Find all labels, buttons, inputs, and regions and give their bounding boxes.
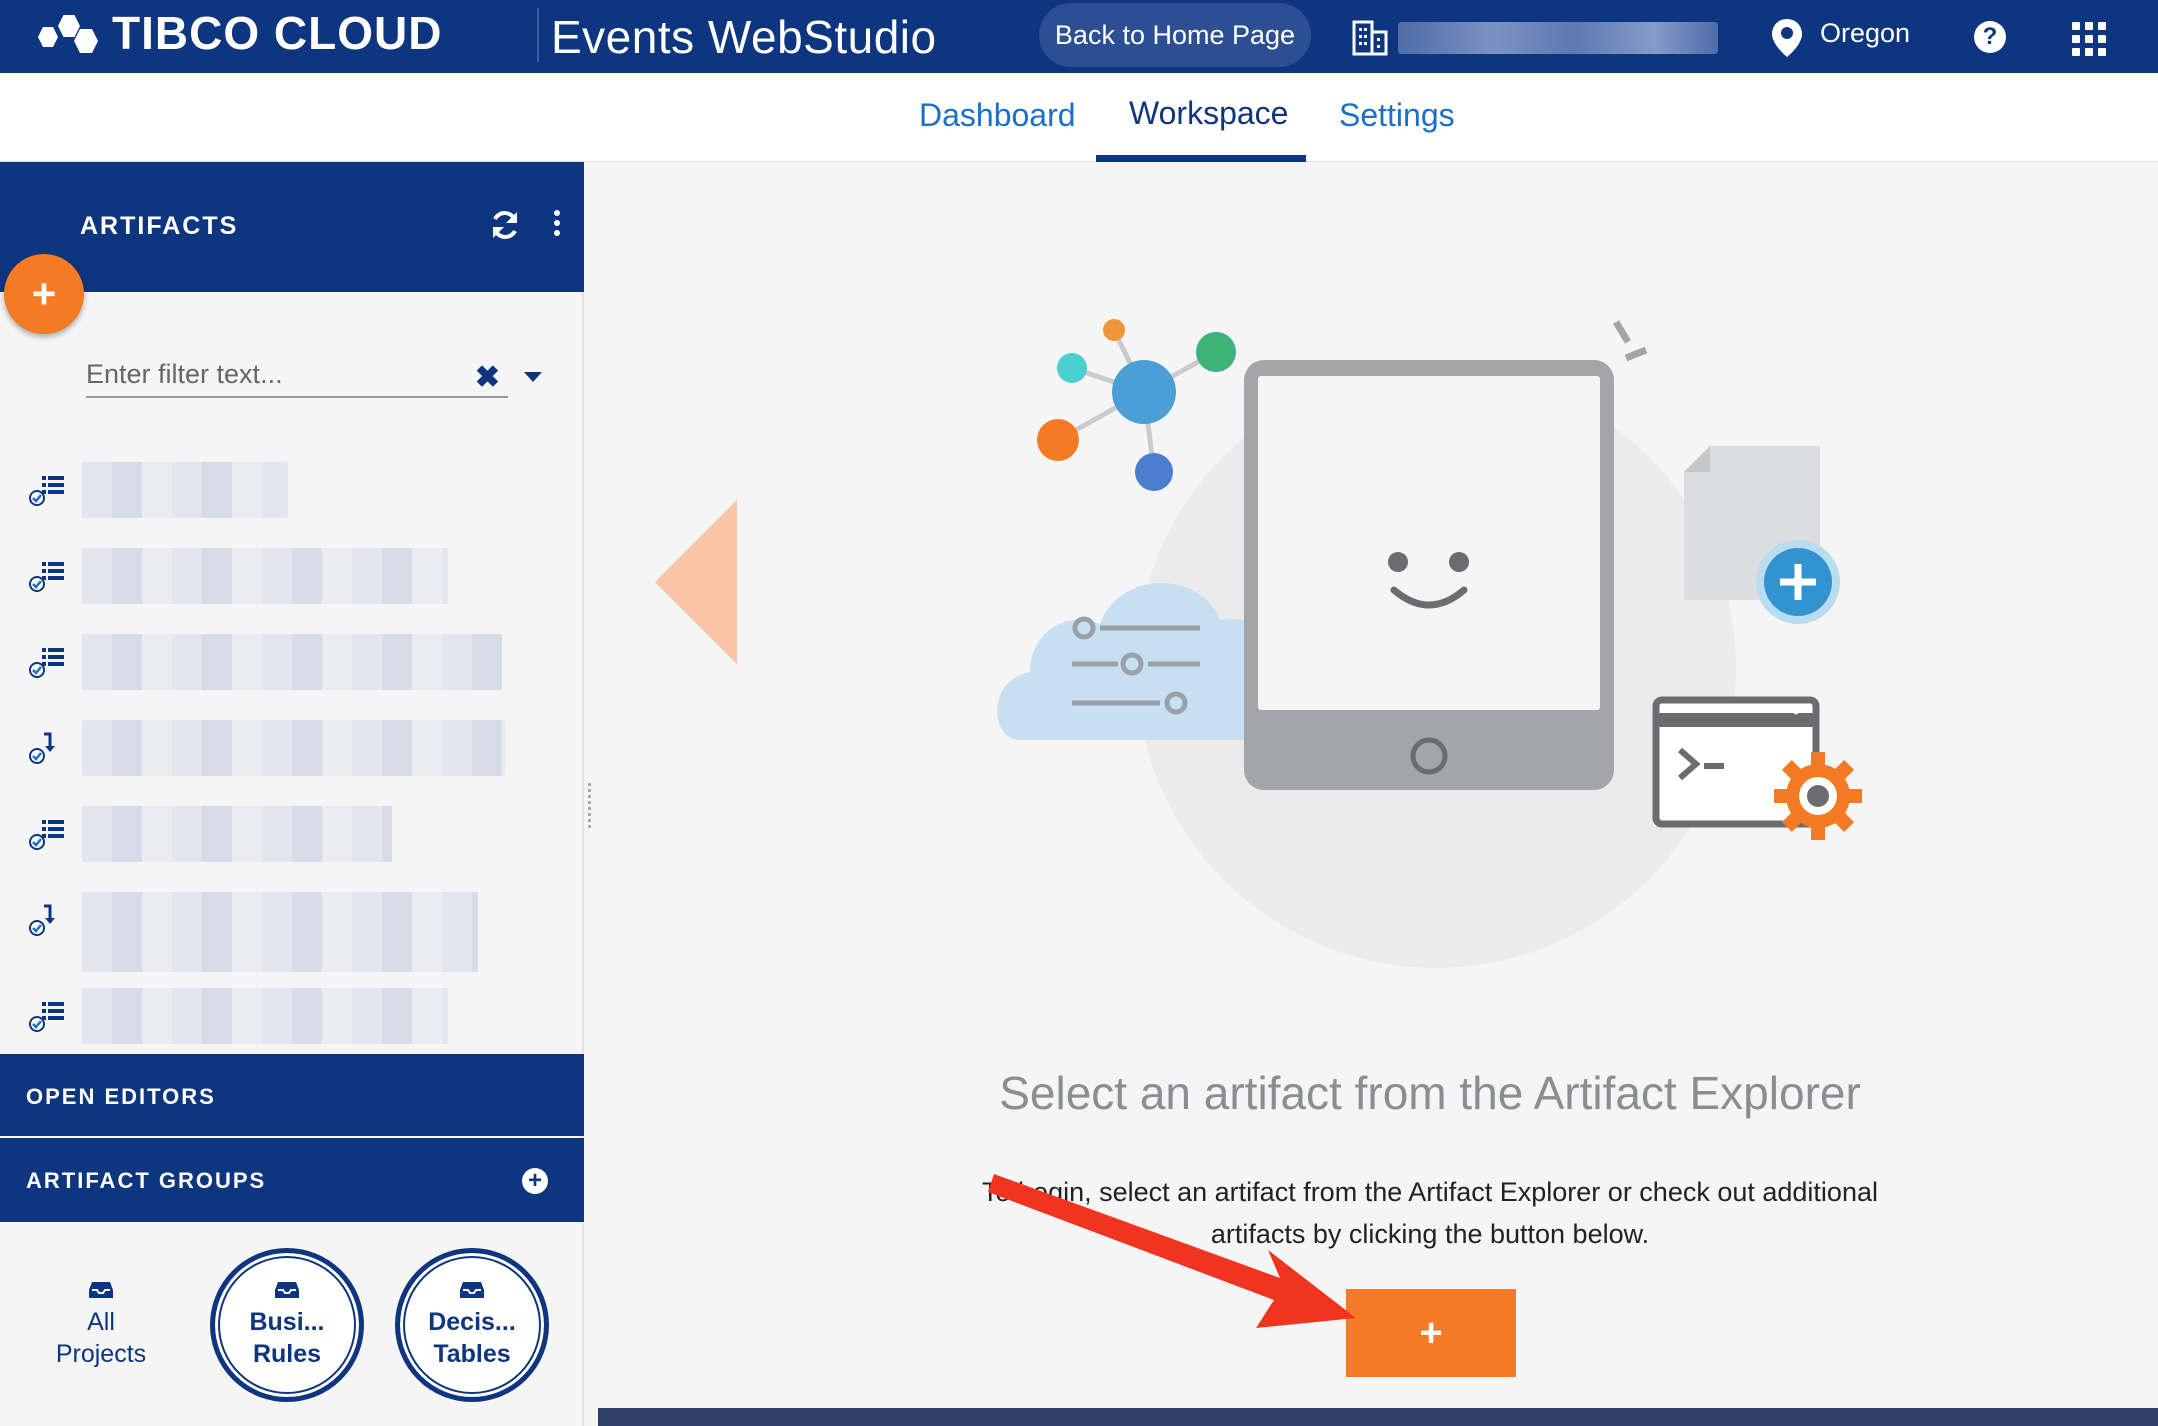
help-icon[interactable]: ? xyxy=(1974,21,2006,53)
location-pin-icon xyxy=(1772,19,1802,57)
panel-resize-handle[interactable] xyxy=(586,780,596,840)
group-label-line2: Tables xyxy=(433,1340,511,1368)
red-annotation-arrow-icon xyxy=(988,1174,1356,1328)
building-icon[interactable] xyxy=(1352,18,1388,56)
tab-settings[interactable]: Settings xyxy=(1339,97,1455,134)
tray-icon xyxy=(460,1281,484,1298)
app-switcher-icon[interactable] xyxy=(2072,22,2106,56)
artifacts-title: ARTIFACTS xyxy=(80,212,239,240)
empty-workspace-illustration xyxy=(997,319,1862,968)
brand-name: TIBCO CLOUD xyxy=(112,7,443,59)
tibco-hex-icon xyxy=(38,11,102,55)
list-item[interactable] xyxy=(0,624,584,710)
artifact-name-redacted xyxy=(82,988,448,1044)
filter-field: ✖ xyxy=(86,354,508,398)
refresh-icon[interactable] xyxy=(488,208,522,242)
artifact-groups-section[interactable]: ARTIFACT GROUPS + xyxy=(0,1138,584,1222)
group-label-line1: Busi... xyxy=(249,1307,325,1336)
artifact-name-redacted xyxy=(82,892,478,972)
list-item[interactable] xyxy=(0,978,584,1064)
filter-dropdown-icon[interactable] xyxy=(524,372,542,382)
list-item[interactable] xyxy=(0,452,584,538)
group-label-line1: Decis... xyxy=(428,1307,516,1336)
region-label[interactable]: Oregon xyxy=(1820,18,1910,49)
add-group-icon[interactable]: + xyxy=(522,1168,548,1194)
app-title: Events WebStudio xyxy=(551,11,937,63)
clear-filter-icon[interactable]: ✖ xyxy=(475,360,500,395)
tray-icon xyxy=(89,1281,113,1298)
tray-icon xyxy=(275,1281,299,1298)
artifact-name-redacted xyxy=(82,720,506,776)
active-tab-indicator xyxy=(1096,155,1306,162)
list-item[interactable] xyxy=(0,882,584,972)
table-check-icon xyxy=(29,476,64,506)
list-item[interactable] xyxy=(0,796,584,882)
group-all-projects[interactable]: All Projects xyxy=(24,1248,178,1402)
organization-name-redacted[interactable] xyxy=(1398,22,1718,54)
group-business-rules[interactable]: Busi... Rules xyxy=(210,1248,364,1402)
table-check-icon xyxy=(29,1002,64,1032)
empty-state-title: Select an artifact from the Artifact Exp… xyxy=(999,1067,1861,1119)
group-label-line1: All xyxy=(87,1307,115,1336)
header-divider xyxy=(537,8,539,62)
artifact-name-redacted xyxy=(82,806,392,862)
table-check-icon xyxy=(29,648,64,678)
open-editors-title: OPEN EDITORS xyxy=(26,1084,216,1109)
add-artifact-fab[interactable]: + xyxy=(4,254,84,334)
artifact-name-redacted xyxy=(82,462,288,518)
tibco-cloud-logo[interactable]: TIBCO CLOUD xyxy=(38,7,443,59)
group-decision-tables[interactable]: Decis... Tables xyxy=(395,1248,549,1402)
tab-bar: Dashboard Workspace Settings xyxy=(0,73,2158,162)
list-item[interactable] xyxy=(0,538,584,624)
bottom-status-bar xyxy=(598,1408,2158,1426)
artifacts-header: ARTIFACTS xyxy=(0,162,584,292)
collapse-panel-icon[interactable] xyxy=(655,500,737,664)
back-to-home-button[interactable]: Back to Home Page xyxy=(1039,3,1311,67)
table-check-icon xyxy=(29,562,64,592)
list-item[interactable] xyxy=(0,710,584,796)
arrow-check-icon xyxy=(29,904,55,936)
filter-input[interactable] xyxy=(86,354,446,394)
group-label-line2: Projects xyxy=(55,1340,147,1368)
more-options-icon[interactable] xyxy=(552,210,562,240)
artifact-groups-title: ARTIFACT GROUPS xyxy=(26,1168,267,1193)
table-check-icon xyxy=(29,820,64,850)
top-header: TIBCO CLOUD Events WebStudio Back to Hom… xyxy=(0,0,2158,73)
artifact-list xyxy=(0,452,584,1064)
artifact-explorer-panel: ARTIFACTS + ✖ xyxy=(0,162,584,1426)
tab-dashboard[interactable]: Dashboard xyxy=(919,97,1076,134)
group-label-line2: Rules xyxy=(252,1340,322,1368)
open-editors-section[interactable]: OPEN EDITORS xyxy=(0,1054,584,1136)
artifact-name-redacted xyxy=(82,548,448,604)
tab-workspace[interactable]: Workspace xyxy=(1129,95,1288,132)
artifact-name-redacted xyxy=(82,634,502,690)
arrow-check-icon xyxy=(29,732,55,764)
